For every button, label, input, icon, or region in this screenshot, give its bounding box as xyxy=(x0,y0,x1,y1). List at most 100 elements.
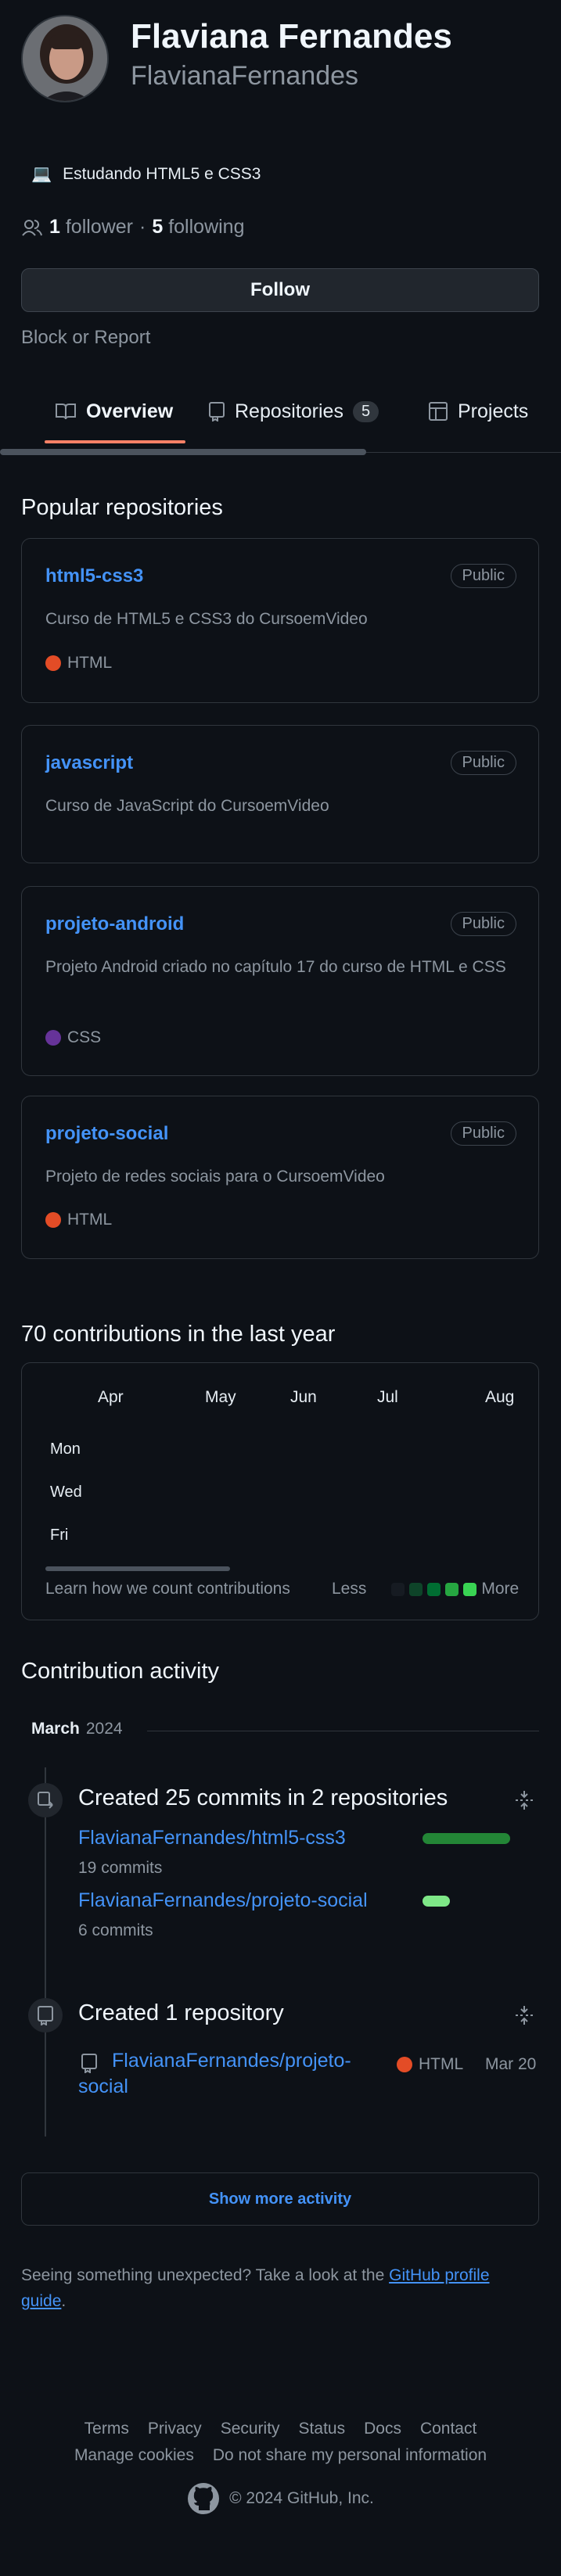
commit-share-bar xyxy=(423,1896,450,1907)
language-name: HTML xyxy=(67,1211,113,1229)
following-link[interactable]: 5 following xyxy=(152,216,244,239)
language-name: HTML xyxy=(419,2055,464,2073)
visibility-badge: Public xyxy=(450,564,516,588)
commit-share-track xyxy=(423,1833,510,1844)
activity-heading: Contribution activity xyxy=(21,1659,220,1684)
legend-level-4 xyxy=(463,1582,477,1596)
repo-link[interactable]: projeto-android xyxy=(45,913,184,935)
repo-icon xyxy=(38,2006,53,2025)
footer-links: Terms Privacy Security Status Docs Conta… xyxy=(0,2420,561,2438)
activity-repo-link[interactable]: FlavianaFernandes/html5-css3 xyxy=(78,1827,346,1849)
tab-projects[interactable]: Projects xyxy=(428,396,528,427)
book-icon xyxy=(56,404,76,420)
created-repo-line2: social xyxy=(78,2076,128,2097)
status-emoji: 💻 xyxy=(31,165,52,183)
activity-timeline xyxy=(45,1767,46,2137)
learn-contributions-link[interactable]: Learn how we count contributions xyxy=(45,1580,290,1598)
month-label: Aug xyxy=(485,1388,515,1406)
separator: · xyxy=(139,216,146,238)
profile-guide-link[interactable]: GitHub profile xyxy=(389,2266,489,2284)
language-color-dot xyxy=(45,1030,61,1046)
tab-overview-label: Overview xyxy=(86,400,174,422)
commit-activity-icon xyxy=(28,1783,63,1817)
footer-link-do-not-share[interactable]: Do not share my personal information xyxy=(213,2446,487,2465)
show-more-activity-button[interactable]: Show more activity xyxy=(21,2172,539,2226)
repo-link[interactable]: html5-css3 xyxy=(45,565,143,587)
repo-description: Curso de JavaScript do CursoemVideo xyxy=(45,797,329,815)
legend-more: More xyxy=(481,1580,520,1598)
user-status[interactable]: 💻 Estudando HTML5 e CSS3 xyxy=(31,165,261,184)
block-report-link[interactable]: Block or Report xyxy=(21,327,150,349)
month-label: Jul xyxy=(377,1388,398,1406)
activity-commit-count: 6 commits xyxy=(78,1921,153,1939)
created-repo-line1: FlavianaFernandes/projeto- xyxy=(112,2050,351,2072)
commits-activity-title: Created 25 commits in 2 repositories xyxy=(78,1785,448,1810)
repo-description: Projeto de redes sociais para o CursoemV… xyxy=(45,1168,385,1186)
profile-name: Flaviana Fernandes xyxy=(131,17,452,56)
repo-description: Projeto Android criado no capítulo 17 do… xyxy=(45,958,506,976)
legend-level-2 xyxy=(427,1582,441,1596)
activity-commit-count: 19 commits xyxy=(78,1859,163,1877)
repo-description: Curso de HTML5 e CSS3 do CursoemVideo xyxy=(45,610,368,628)
footer-link-docs[interactable]: Docs xyxy=(364,2420,401,2438)
activity-repo-link[interactable]: FlavianaFernandes/projeto-social xyxy=(78,1889,368,1912)
footer-link-terms[interactable]: Terms xyxy=(85,2420,129,2438)
tabs-scrollbar[interactable] xyxy=(0,449,366,455)
footer-copyright-row: © 2024 GitHub, Inc. xyxy=(0,2482,561,2515)
popular-repositories-heading: Popular repositories xyxy=(21,495,223,520)
following-count: 5 xyxy=(152,216,164,238)
repo-push-icon xyxy=(38,1792,53,1809)
repo-card: javascript Public Curso de JavaScript do… xyxy=(21,725,539,863)
copyright-text: © 2024 GitHub, Inc. xyxy=(229,2489,374,2507)
footer-link-contact[interactable]: Contact xyxy=(420,2420,476,2438)
footer-links-secondary: Manage cookies Do not share my personal … xyxy=(0,2446,561,2465)
tab-repositories[interactable]: Repositories 5 xyxy=(208,396,379,427)
visibility-badge: Public xyxy=(450,912,516,936)
repo-language: HTML xyxy=(45,1211,112,1229)
footer-link-manage-cookies[interactable]: Manage cookies xyxy=(74,2446,194,2465)
people-icon xyxy=(22,219,42,236)
github-logo-icon[interactable] xyxy=(187,2482,220,2515)
followers-count: 1 xyxy=(49,216,60,238)
profile-guide-link-cont[interactable]: guide xyxy=(21,2292,61,2310)
fold-icon[interactable] xyxy=(513,2004,535,2030)
activity-month-name: March xyxy=(31,1720,80,1738)
repo-icon xyxy=(209,402,225,422)
avatar[interactable] xyxy=(21,15,109,102)
tab-selected-indicator xyxy=(45,440,185,443)
tab-overview[interactable]: Overview xyxy=(55,396,173,427)
contributions-heading: 70 contributions in the last year xyxy=(21,1322,336,1347)
repo-card: projeto-social Public Projeto de redes s… xyxy=(21,1096,539,1259)
following-label: following xyxy=(168,216,245,238)
commit-share-bar xyxy=(423,1833,510,1844)
day-label: Fri xyxy=(50,1527,69,1544)
unexpected-text: Seeing something unexpected? Take a look… xyxy=(21,2266,385,2284)
created-repo-language: HTML xyxy=(397,2055,463,2074)
fold-icon[interactable] xyxy=(513,1789,535,1815)
language-color-dot xyxy=(45,655,61,671)
contribution-calendar: Apr May Jun Jul Aug Mon Wed Fri Learn ho… xyxy=(21,1362,539,1620)
contribution-legend: Less More xyxy=(332,1580,519,1598)
commit-share-track xyxy=(423,1896,510,1907)
repo-card: html5-css3 Public Curso de HTML5 e CSS3 … xyxy=(21,538,539,703)
repo-link[interactable]: javascript xyxy=(45,752,133,774)
followers-label: follower xyxy=(65,216,134,238)
repo-card: projeto-android Public Projeto Android c… xyxy=(21,886,539,1076)
tab-projects-label: Projects xyxy=(458,400,529,422)
created-repo-title: Created 1 repository xyxy=(78,2000,284,2025)
created-repo-link[interactable]: FlavianaFernandes/projeto- social xyxy=(78,2048,376,2100)
followers-link[interactable]: 1 follower xyxy=(49,216,133,239)
calendar-scrollbar[interactable] xyxy=(45,1566,230,1571)
follow-button[interactable]: Follow xyxy=(21,268,539,312)
month-label: Jun xyxy=(290,1388,317,1406)
footer-link-privacy[interactable]: Privacy xyxy=(148,2420,202,2438)
repo-link[interactable]: projeto-social xyxy=(45,1123,168,1145)
legend-level-1 xyxy=(409,1582,423,1596)
month-label: Apr xyxy=(98,1388,124,1406)
footer-link-security[interactable]: Security xyxy=(221,2420,280,2438)
language-name: CSS xyxy=(67,1028,102,1046)
repo-language: CSS xyxy=(45,1028,101,1047)
legend-level-3 xyxy=(445,1582,459,1596)
day-label: Mon xyxy=(50,1440,81,1458)
footer-link-status[interactable]: Status xyxy=(299,2420,346,2438)
